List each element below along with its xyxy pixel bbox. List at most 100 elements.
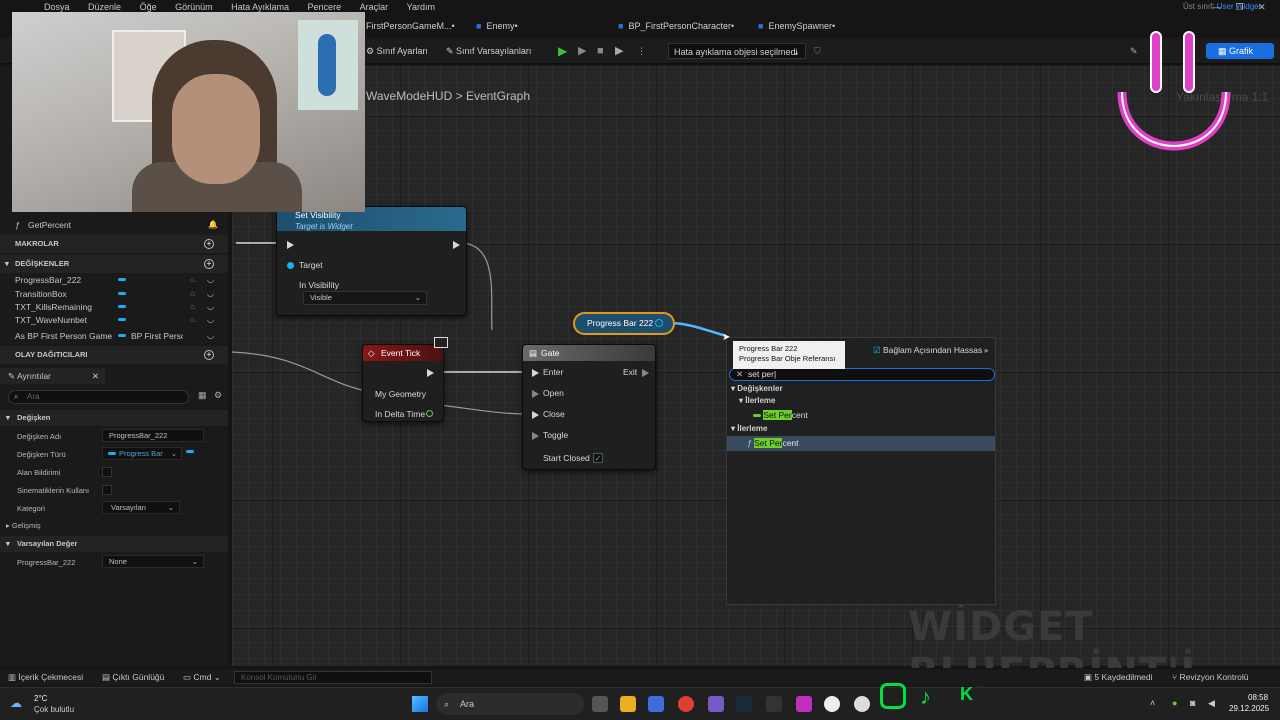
instagram-icon bbox=[880, 683, 906, 709]
exit-label: Exit bbox=[623, 367, 638, 377]
section-variable[interactable]: ▾ Değişken bbox=[0, 410, 228, 426]
action-item-set-percent-function[interactable]: ƒ Set Percent bbox=[727, 436, 995, 451]
taskbar-search-label: Ara bbox=[460, 699, 475, 709]
add-icon[interactable]: + bbox=[204, 350, 214, 360]
add-icon[interactable]: + bbox=[204, 239, 214, 249]
exec-out-pin[interactable] bbox=[427, 369, 434, 377]
output-pin[interactable] bbox=[655, 319, 663, 327]
app-icon[interactable] bbox=[796, 696, 812, 712]
microphone-icon[interactable]: ● bbox=[1172, 698, 1177, 708]
exit-pin[interactable] bbox=[642, 369, 649, 377]
variable-item[interactable]: As BP First Person Game I BP First Perso ◡ bbox=[0, 328, 228, 344]
details-tab[interactable]: ✎ Ayrıntılar ✕ bbox=[0, 368, 105, 384]
var-type-value: Progress Bar bbox=[119, 449, 163, 458]
var-type-dropdown[interactable]: Progress Bar ⌄ bbox=[102, 447, 182, 460]
category-variables[interactable]: ▾ Değişkenler bbox=[731, 384, 783, 393]
eye-icon[interactable]: ◡ bbox=[207, 312, 214, 328]
chevron-up-icon[interactable]: ˄ bbox=[1150, 698, 1155, 708]
advanced-expander[interactable]: ▸ Gelişmiş bbox=[6, 521, 41, 530]
store-icon[interactable] bbox=[648, 696, 664, 712]
section-variable-label: Değişken bbox=[17, 413, 51, 422]
progress-bar-variable-node[interactable]: Progress Bar 222 bbox=[573, 312, 675, 335]
task-view-icon[interactable] bbox=[592, 696, 608, 712]
epic-games-icon[interactable] bbox=[766, 696, 782, 712]
variable-item[interactable]: TXT_WaveNumbet ⌂ ◡ bbox=[0, 312, 228, 328]
delta-time-pin[interactable] bbox=[426, 410, 433, 417]
cinematics-checkbox[interactable] bbox=[102, 485, 112, 495]
field-notify-checkbox[interactable] bbox=[102, 467, 112, 477]
toggle-pin[interactable] bbox=[532, 432, 539, 440]
target-pin[interactable] bbox=[287, 262, 294, 269]
content-drawer-button[interactable]: ▥ İçerik Çekmecesi bbox=[8, 672, 83, 683]
unsaved-button[interactable]: ▣ 5 Kaydedilmedi bbox=[1084, 672, 1153, 683]
section-default-label: Varsayılan Değer bbox=[17, 539, 78, 548]
section-variables-label: DEĞİŞKENLER bbox=[15, 259, 70, 268]
function-item-getpercent[interactable]: ƒ GetPercent 🔔 bbox=[0, 217, 228, 233]
start-closed-checkbox[interactable]: ✓ bbox=[593, 453, 603, 463]
visibility-dropdown[interactable]: Visible ⌄ bbox=[303, 291, 427, 305]
subcategory-progress[interactable]: ▾ İlerleme bbox=[739, 396, 776, 405]
details-search-placeholder: Ara bbox=[27, 392, 40, 401]
bell-icon: ⌂ bbox=[190, 302, 195, 311]
close-icon[interactable]: ✕ bbox=[92, 368, 99, 384]
open-pin[interactable] bbox=[532, 390, 539, 398]
event-tick-title: Event Tick bbox=[381, 348, 421, 358]
category-progress[interactable]: ▾ İlerleme bbox=[731, 424, 768, 433]
chrome-icon[interactable] bbox=[678, 696, 694, 712]
my-geometry-label: My Geometry bbox=[375, 389, 427, 399]
volume-icon[interactable]: ◀ bbox=[1208, 698, 1215, 709]
console-input[interactable]: Konsol Komutunu Gir bbox=[234, 671, 432, 684]
status-bar: ▥ İçerik Çekmecesi ▤ Çıktı Günlüğü ▭ Cmd… bbox=[0, 668, 1280, 686]
exec-out-pin[interactable] bbox=[453, 241, 460, 249]
action-search-input[interactable]: ✕ set per| bbox=[729, 368, 995, 381]
enter-pin[interactable] bbox=[532, 369, 539, 377]
var-name-value: ProgressBar_222 bbox=[109, 431, 168, 440]
discord-icon[interactable] bbox=[708, 696, 724, 712]
add-icon[interactable]: + bbox=[204, 259, 214, 269]
details-search-input[interactable]: ⌕ Ara bbox=[8, 390, 189, 404]
set-visibility-node[interactable]: Set Visibility Target is Widget Target I… bbox=[276, 206, 467, 316]
webcam-overlay bbox=[12, 12, 365, 212]
in-visibility-label: In Visibility bbox=[299, 280, 339, 290]
category-progress-label: İlerleme bbox=[737, 424, 768, 433]
unreal-engine-icon[interactable] bbox=[854, 696, 870, 712]
event-tick-node[interactable]: ◇ Event Tick My Geometry In Delta Time bbox=[362, 344, 444, 422]
section-variables[interactable]: ▾ DEĞİŞKENLER + bbox=[0, 255, 228, 273]
section-macros[interactable]: MAKROLAR + bbox=[0, 235, 228, 253]
category-label: Kategori bbox=[17, 504, 45, 513]
gear-icon[interactable]: ⚙ bbox=[214, 390, 222, 401]
clock-date[interactable]: 29.12.2025 bbox=[1229, 704, 1269, 713]
network-icon[interactable]: ◙ bbox=[1190, 698, 1195, 708]
item-label-rest: cent bbox=[782, 438, 799, 448]
default-value-dropdown[interactable]: None ⌄ bbox=[102, 555, 204, 568]
eye-icon[interactable]: ◡ bbox=[207, 328, 214, 344]
taskbar-search[interactable]: ⌕ Ara bbox=[436, 693, 584, 715]
folder-icon: ▥ bbox=[8, 672, 19, 682]
file-explorer-icon[interactable] bbox=[620, 696, 636, 712]
cmd-dropdown[interactable]: ▭ Cmd ⌄ bbox=[183, 672, 221, 683]
revision-control-button[interactable]: ⑂ Revizyon Kontrolü bbox=[1172, 672, 1248, 682]
windows-start-icon[interactable] bbox=[412, 696, 428, 712]
steam-icon[interactable] bbox=[736, 696, 752, 712]
close-pin[interactable] bbox=[532, 411, 539, 419]
category-dropdown[interactable]: Varsayılan ⌄ bbox=[102, 501, 180, 514]
table-view-icon[interactable]: ▦ bbox=[198, 390, 207, 401]
context-sensitive-toggle[interactable]: ☑ Bağlam Açısından Hassas ▸ bbox=[873, 345, 989, 356]
variable-type-icon bbox=[118, 318, 126, 321]
clear-icon[interactable]: ✕ bbox=[736, 369, 743, 380]
exec-in-pin[interactable] bbox=[287, 241, 294, 249]
container-type-icon[interactable] bbox=[186, 450, 194, 453]
output-log-button[interactable]: ▤ Çıktı Günlüğü bbox=[102, 672, 164, 683]
function-icon: ƒ bbox=[15, 220, 20, 230]
chevron-right-icon: ▸ bbox=[984, 345, 989, 355]
clock-time[interactable]: 08:58 bbox=[1248, 693, 1268, 702]
section-default-value[interactable]: ▾ Varsayılan Değer bbox=[0, 536, 228, 552]
variable-type-icon bbox=[118, 334, 126, 337]
action-item-set-percent-variable[interactable]: Set Percent bbox=[753, 410, 808, 420]
section-dispatchers[interactable]: OLAY DAĞITICILARI + bbox=[0, 346, 228, 364]
unreal-engine-icon[interactable] bbox=[824, 696, 840, 712]
default-value-label: ProgressBar_222 bbox=[17, 558, 76, 567]
content-drawer-label: İçerik Çekmecesi bbox=[18, 672, 84, 682]
var-name-input[interactable]: ProgressBar_222 bbox=[102, 429, 204, 442]
gate-node[interactable]: ▤ Gate Enter Exit Open Close Toggle Star… bbox=[522, 344, 656, 470]
